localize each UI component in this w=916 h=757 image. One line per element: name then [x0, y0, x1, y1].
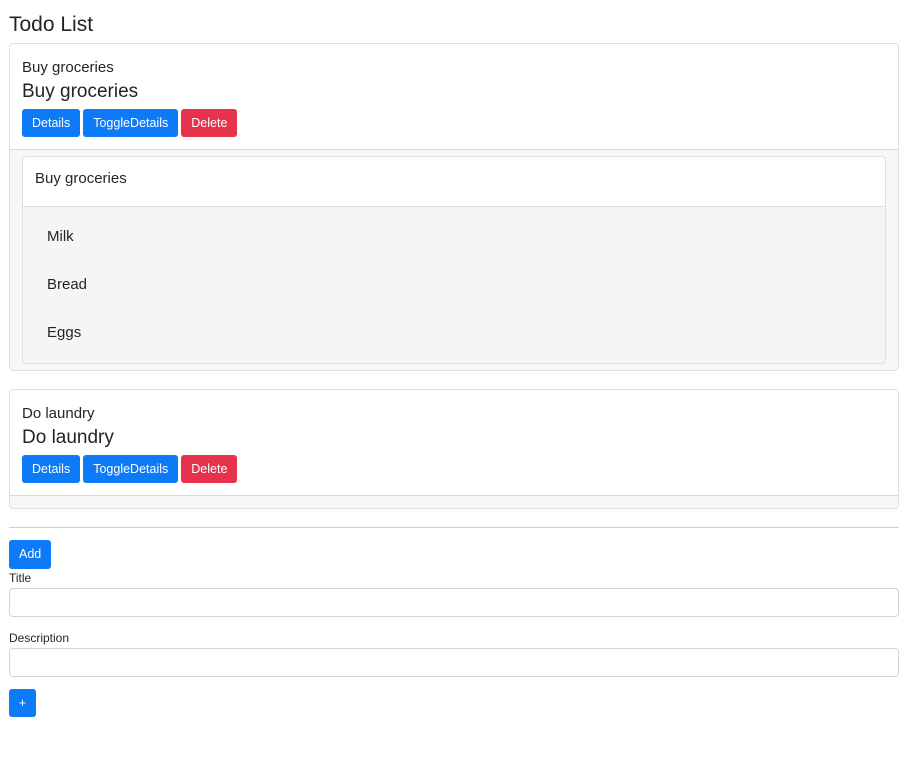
todo-title: Do laundry — [22, 427, 114, 448]
list-item: Bread — [47, 276, 88, 293]
delete-button[interactable]: Delete — [181, 109, 238, 137]
delete-button[interactable]: Delete — [181, 455, 238, 483]
todo-card-header: Do laundry Do laundry Details ToggleDeta… — [10, 390, 898, 495]
list-item: Eggs — [47, 324, 82, 341]
details-button[interactable]: Details — [22, 455, 81, 483]
todo-card-header: Buy groceries Buy groceries Details Togg… — [10, 44, 898, 149]
toggle-details-button[interactable]: ToggleDetails — [83, 109, 179, 137]
description-label: Description — [9, 631, 70, 645]
details-list: Milk Bread Eggs — [23, 207, 885, 363]
title-label: Title — [9, 571, 32, 585]
todo-actions: Details ToggleDetails Delete — [22, 109, 886, 137]
todo-actions: Details ToggleDetails Delete — [22, 455, 886, 483]
page-title: Todo List — [9, 13, 94, 36]
todo-card: Buy groceries Buy groceries Details Togg… — [9, 43, 899, 371]
description-input[interactable] — [9, 648, 899, 677]
todo-details-panel: Buy groceries Milk Bread Eggs — [10, 149, 898, 370]
details-button[interactable]: Details — [22, 109, 81, 137]
title-input[interactable] — [9, 588, 899, 617]
toggle-details-button[interactable]: ToggleDetails — [83, 455, 179, 483]
todo-details-panel — [10, 495, 898, 508]
todo-title: Buy groceries — [22, 81, 139, 102]
list-item: Milk — [47, 228, 74, 245]
todo-subtitle: Do laundry — [22, 405, 95, 422]
details-card: Buy groceries Milk Bread Eggs — [22, 156, 886, 364]
page: Todo List Buy groceries Buy groceries De… — [0, 0, 916, 717]
divider — [9, 527, 899, 528]
todo-card: Do laundry Do laundry Details ToggleDeta… — [9, 389, 899, 509]
details-header: Buy groceries — [23, 157, 885, 207]
submit-plus-button[interactable]: + — [9, 689, 36, 717]
todo-subtitle: Buy groceries — [22, 59, 114, 76]
add-button[interactable]: Add — [9, 540, 52, 569]
